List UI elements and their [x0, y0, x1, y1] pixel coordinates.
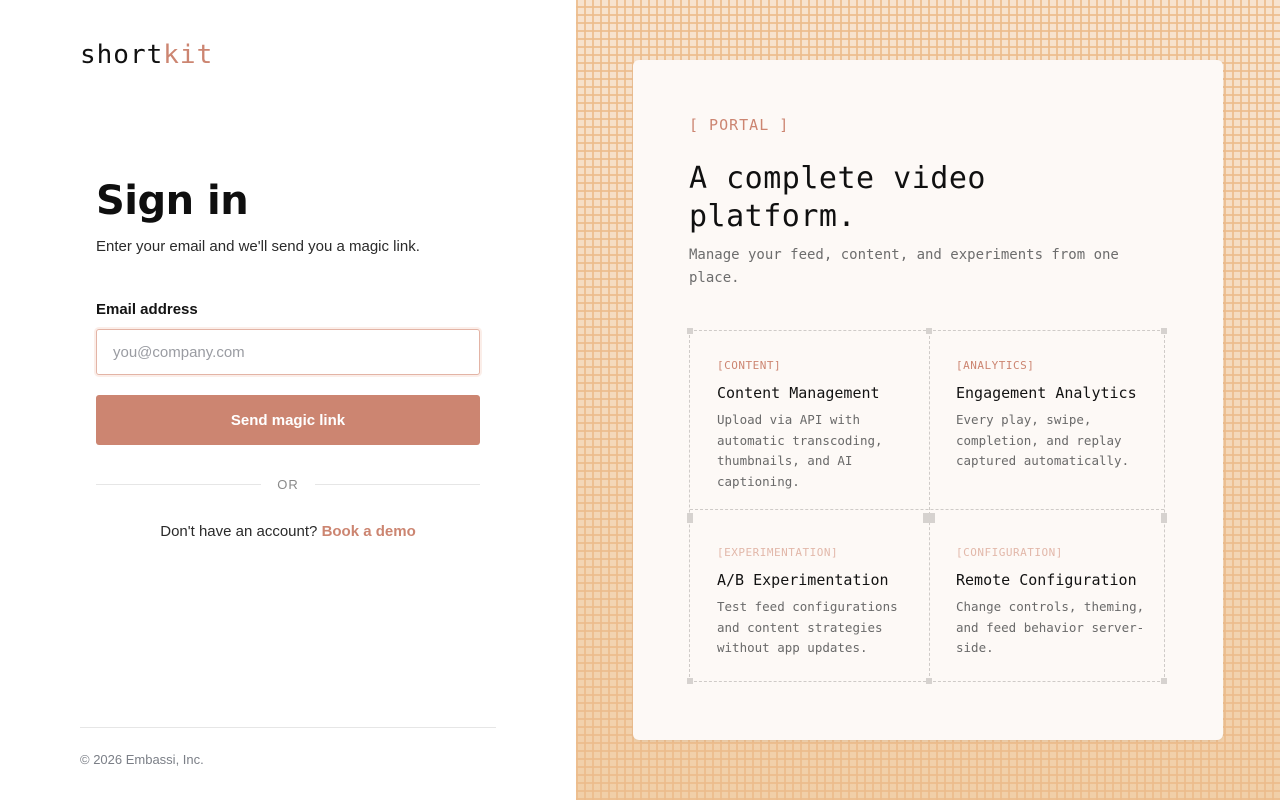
- portal-pane: [ PORTAL ] A complete video platform. Ma…: [576, 0, 1280, 800]
- send-magic-link-button[interactable]: Send magic link: [96, 395, 480, 445]
- portal-tag: [ PORTAL ]: [689, 116, 790, 134]
- signup-prompt-text: Don't have an account?: [160, 523, 318, 540]
- feature-tag: [ANALYTICS]: [956, 359, 1035, 372]
- feature-title: Content Management: [717, 384, 880, 402]
- grid-corner-marker: [926, 328, 932, 334]
- page-subtitle: Enter your email and we'll send you a ma…: [96, 238, 420, 255]
- feature-experimentation: [EXPERIMENTATION] A/B Experimentation Te…: [717, 546, 917, 659]
- grid-corner-marker: [1161, 513, 1167, 523]
- feature-tag: [CONTENT]: [717, 359, 782, 372]
- grid-corner-marker: [687, 328, 693, 334]
- feature-tag: [CONFIGURATION]: [956, 546, 1063, 559]
- brand-logo[interactable]: shortkit: [80, 40, 213, 70]
- or-divider: OR: [96, 475, 480, 493]
- portal-card: [ PORTAL ] A complete video platform. Ma…: [633, 60, 1223, 740]
- brand-name-accent: kit: [163, 40, 214, 70]
- brand-name-primary: short: [80, 40, 164, 70]
- sign-in-pane: shortkit Sign in Enter your email and we…: [0, 0, 576, 800]
- sign-in-form: Sign in Enter your email and we'll send …: [96, 178, 480, 540]
- email-label: Email address: [96, 301, 198, 318]
- footer-divider: [80, 727, 496, 728]
- divider-text: OR: [277, 476, 299, 492]
- portal-headline: A complete video platform.: [689, 161, 986, 234]
- divider-line-right: [314, 483, 480, 485]
- feature-title: Engagement Analytics: [956, 384, 1137, 402]
- feature-title: A/B Experimentation: [717, 571, 889, 589]
- grid-corner-marker: [1161, 328, 1167, 334]
- feature-content: [CONTENT] Content Management Upload via …: [717, 359, 917, 492]
- feature-description: Test feed configurations and content str…: [717, 599, 898, 655]
- grid-corner-marker: [687, 513, 693, 523]
- feature-description: Every play, swipe, completion, and repla…: [956, 412, 1130, 468]
- email-input[interactable]: [96, 329, 480, 375]
- grid-corner-marker: [1161, 678, 1167, 684]
- book-demo-link[interactable]: Book a demo: [322, 523, 416, 540]
- feature-configuration: [CONFIGURATION] Remote Configuration Cha…: [956, 546, 1156, 659]
- signup-prompt: Don't have an account? Book a demo: [96, 523, 480, 540]
- feature-analytics: [ANALYTICS] Engagement Analytics Every p…: [956, 359, 1156, 472]
- divider-line-left: [96, 483, 262, 485]
- grid-corner-marker: [926, 678, 932, 684]
- feature-title: Remote Configuration: [956, 571, 1137, 589]
- feature-grid: [CONTENT] Content Management Upload via …: [687, 328, 1167, 684]
- copyright-text: © 2026 Embassi, Inc.: [80, 752, 204, 767]
- feature-tag: [EXPERIMENTATION]: [717, 546, 839, 559]
- page-title: Sign in: [96, 178, 249, 224]
- feature-description: Change controls, theming, and feed behav…: [956, 599, 1145, 655]
- feature-description: Upload via API with automatic transcodin…: [717, 412, 883, 489]
- grid-divider-horizontal: [690, 509, 1164, 510]
- grid-corner-marker: [687, 678, 693, 684]
- grid-divider-vertical: [929, 331, 930, 681]
- grid-corner-marker: [923, 513, 935, 523]
- portal-tagline: Manage your feed, content, and experimen…: [689, 247, 1119, 286]
